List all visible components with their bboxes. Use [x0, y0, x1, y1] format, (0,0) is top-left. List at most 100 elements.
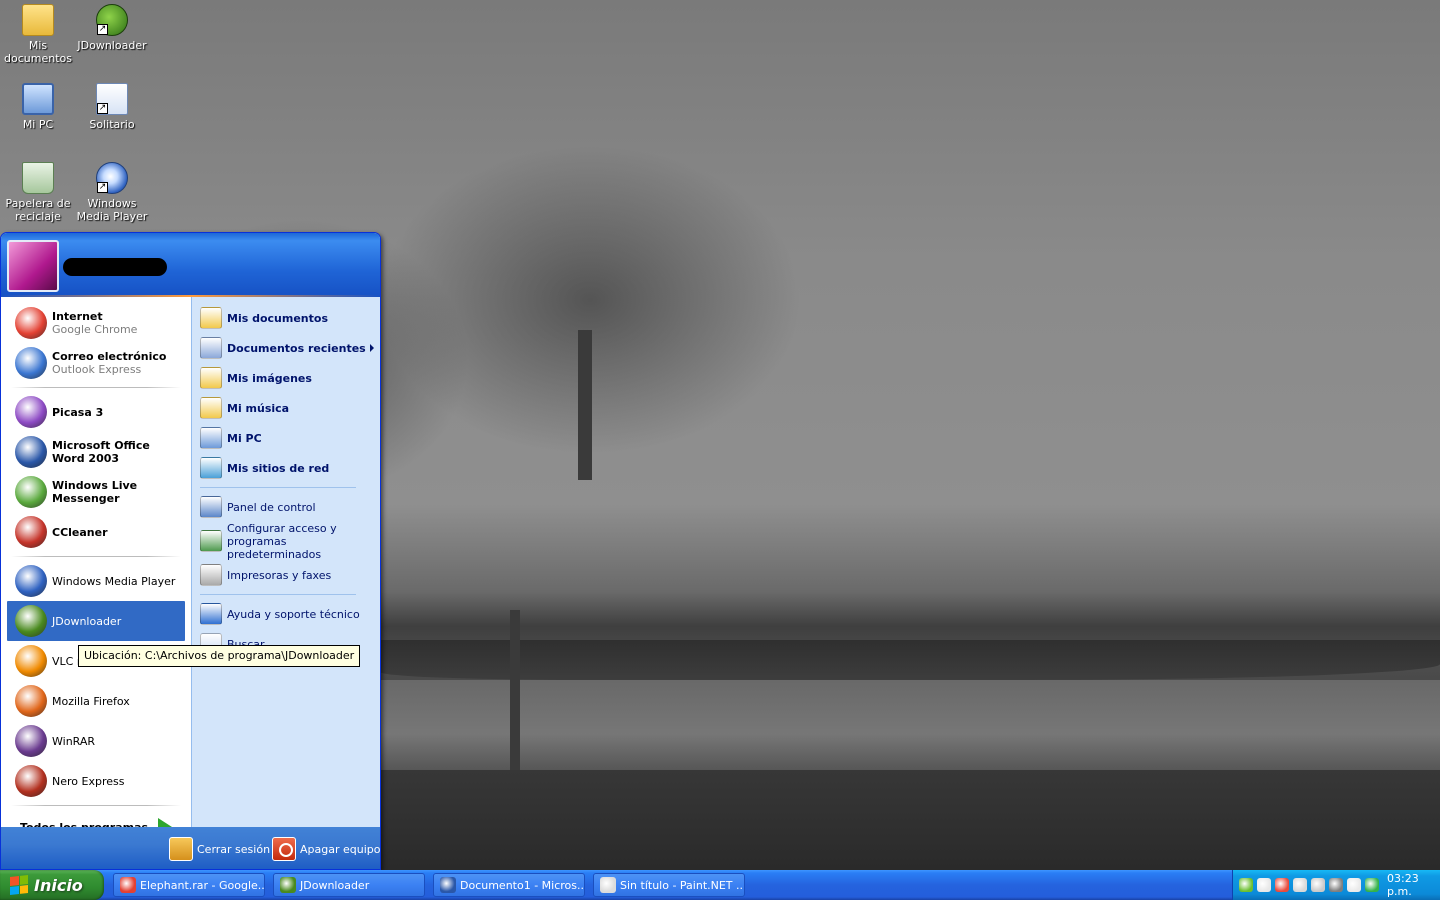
jdownloader-tray-icon[interactable] [1239, 878, 1253, 892]
place-item-control-panel[interactable]: Panel de control [192, 492, 380, 522]
logoff-button[interactable]: Cerrar sesión [169, 837, 270, 861]
shutdown-label: Apagar equipo [300, 842, 381, 856]
shortcut-arrow-icon: ↗ [97, 103, 108, 114]
places-list: Mis documentos Documentos recientes Mis im… [192, 303, 380, 483]
program-item-winrar[interactable]: WinRAR [7, 721, 185, 761]
solitaire-icon: ↗ [96, 83, 128, 115]
program-subtitle: Outlook Express [52, 363, 142, 376]
desktop-icon-media-player[interactable]: ↗ Windows Media Player [74, 162, 150, 223]
place-label: Configurar acceso y programas predetermi… [227, 521, 337, 561]
taskbar-button[interactable]: JDownloader [273, 873, 425, 897]
clock[interactable]: 03:23 p.m. [1387, 872, 1440, 898]
wallpaper-post [510, 610, 520, 770]
paint-net-icon [600, 877, 616, 893]
program-item-word[interactable]: Microsoft Office Word 2003 [7, 432, 185, 472]
place-item-pictures-folder[interactable]: Mis imágenes [192, 363, 380, 393]
program-item-nero[interactable]: Nero Express [7, 761, 185, 801]
winrar-icon [15, 725, 47, 757]
taskbar-button[interactable]: Elephant.rar - Google... [113, 873, 265, 897]
start-menu-places: Mis documentos Documentos recientes Mis im… [191, 297, 380, 827]
place-item-folder[interactable]: Mis documentos [192, 303, 380, 333]
place-label: Impresoras y faxes [227, 568, 332, 582]
help-icon [200, 603, 222, 625]
program-title: CCleaner [52, 525, 108, 539]
separator [200, 594, 356, 595]
place-item-help[interactable]: Ayuda y soporte técnico [192, 599, 380, 629]
tray-icons [1239, 878, 1383, 892]
program-item-jdownloader[interactable]: JDownloader [7, 601, 185, 641]
program-item-chrome[interactable]: Internet Google Chrome [7, 303, 185, 343]
program-item-firefox[interactable]: Mozilla Firefox [7, 681, 185, 721]
program-item-ccleaner[interactable]: CCleaner [7, 512, 185, 552]
program-title: JDownloader [52, 614, 122, 628]
network-tray-icon[interactable] [1257, 878, 1271, 892]
vlc-icon [15, 645, 47, 677]
program-text: Nero Express [52, 775, 124, 788]
network-places-icon [200, 457, 222, 479]
program-item-messenger[interactable]: Windows Live Messenger [7, 472, 185, 512]
media-tray-icon[interactable] [1329, 878, 1343, 892]
place-label: Mis imágenes [227, 371, 312, 385]
desktop-icon-recycle-bin[interactable]: Papelera de reciclaje [0, 162, 76, 223]
shutdown-button[interactable]: Apagar equipo [272, 837, 380, 861]
place-label: Mis sitios de red [227, 461, 330, 475]
program-item-media-player[interactable]: Windows Media Player [7, 561, 185, 601]
nero-icon [15, 765, 47, 797]
program-title: Picasa 3 [52, 405, 104, 419]
taskbar-button-label: JDownloader [300, 878, 370, 892]
shortcut-arrow-icon: ↗ [97, 182, 108, 193]
place-item-music-folder[interactable]: Mi música [192, 393, 380, 423]
program-text: Mozilla Firefox [52, 695, 130, 708]
place-item-network-places[interactable]: Mis sitios de red [192, 453, 380, 483]
program-text: JDownloader [52, 615, 121, 628]
security-tray-icon[interactable] [1365, 878, 1379, 892]
separator [11, 805, 181, 806]
program-text: Internet Google Chrome [52, 310, 137, 336]
user-avatar[interactable] [7, 240, 59, 292]
desktop-icon-label: Solitario [89, 118, 135, 131]
taskbar-button-label: Elephant.rar - Google... [140, 878, 265, 892]
program-title: Microsoft Office Word 2003 [52, 439, 150, 465]
chrome-icon [15, 307, 47, 339]
safely-remove-tray-icon[interactable] [1347, 878, 1361, 892]
place-item-printer[interactable]: Impresoras y faxes [192, 560, 380, 590]
folder-icon [22, 4, 54, 36]
taskbar-button[interactable]: Sin título - Paint.NET ... [593, 873, 745, 897]
program-item-picasa[interactable]: Picasa 3 [7, 392, 185, 432]
place-item-my-computer[interactable]: Mi PC [192, 423, 380, 453]
submenu-arrow-icon [370, 344, 374, 352]
recent-programs: Picasa 3 Microsoft Office Word 2003 Window… [1, 392, 191, 552]
place-item-recent-documents[interactable]: Documentos recientes [192, 333, 380, 363]
username-redacted [63, 258, 167, 276]
nero-tray-icon[interactable] [1293, 878, 1307, 892]
desktop-icon-label: Windows Media Player [76, 197, 148, 223]
start-button[interactable]: Inicio [0, 870, 104, 900]
antivirus-tray-icon[interactable] [1311, 878, 1325, 892]
chrome-icon [120, 877, 136, 893]
program-text: CCleaner [52, 526, 108, 539]
place-label: Ayuda y soporte técnico [227, 607, 360, 621]
media-player-icon: ↗ [96, 162, 128, 194]
wallpaper-water [380, 680, 1440, 770]
place-label: Mi PC [227, 431, 262, 445]
my-computer-icon [22, 83, 54, 115]
volume-tray-icon[interactable] [1275, 878, 1289, 892]
taskbar-button-label: Documento1 - Micros... [460, 878, 585, 892]
start-menu-programs: Internet Google Chrome Correo electrónico O… [1, 297, 191, 836]
desktop-icon-label: JDownloader [77, 39, 147, 52]
program-item-outlook-express[interactable]: Correo electrónico Outlook Express [7, 343, 185, 383]
taskbar-button[interactable]: Documento1 - Micros... [433, 873, 585, 897]
place-item-default-programs[interactable]: Configurar acceso y programas predetermi… [192, 521, 380, 561]
power-icon [272, 837, 296, 861]
default-programs-icon [200, 530, 222, 552]
program-title: WinRAR [52, 734, 96, 748]
desktop-icon-my-computer[interactable]: Mi PC [0, 83, 76, 131]
desktop-icon-my-documents[interactable]: Mis documentos [0, 4, 76, 65]
place-label: Panel de control [227, 500, 316, 514]
wallpaper-tree-trunk [578, 330, 592, 480]
taskbar: Inicio Elephant.rar - Google... JDownload… [0, 870, 1440, 900]
desktop-icon-jdownloader[interactable]: ↗ JDownloader [74, 4, 150, 52]
desktop-icon-solitaire[interactable]: ↗ Solitario [74, 83, 150, 131]
program-text: Microsoft Office Word 2003 [52, 439, 179, 465]
music-folder-icon [200, 397, 222, 419]
